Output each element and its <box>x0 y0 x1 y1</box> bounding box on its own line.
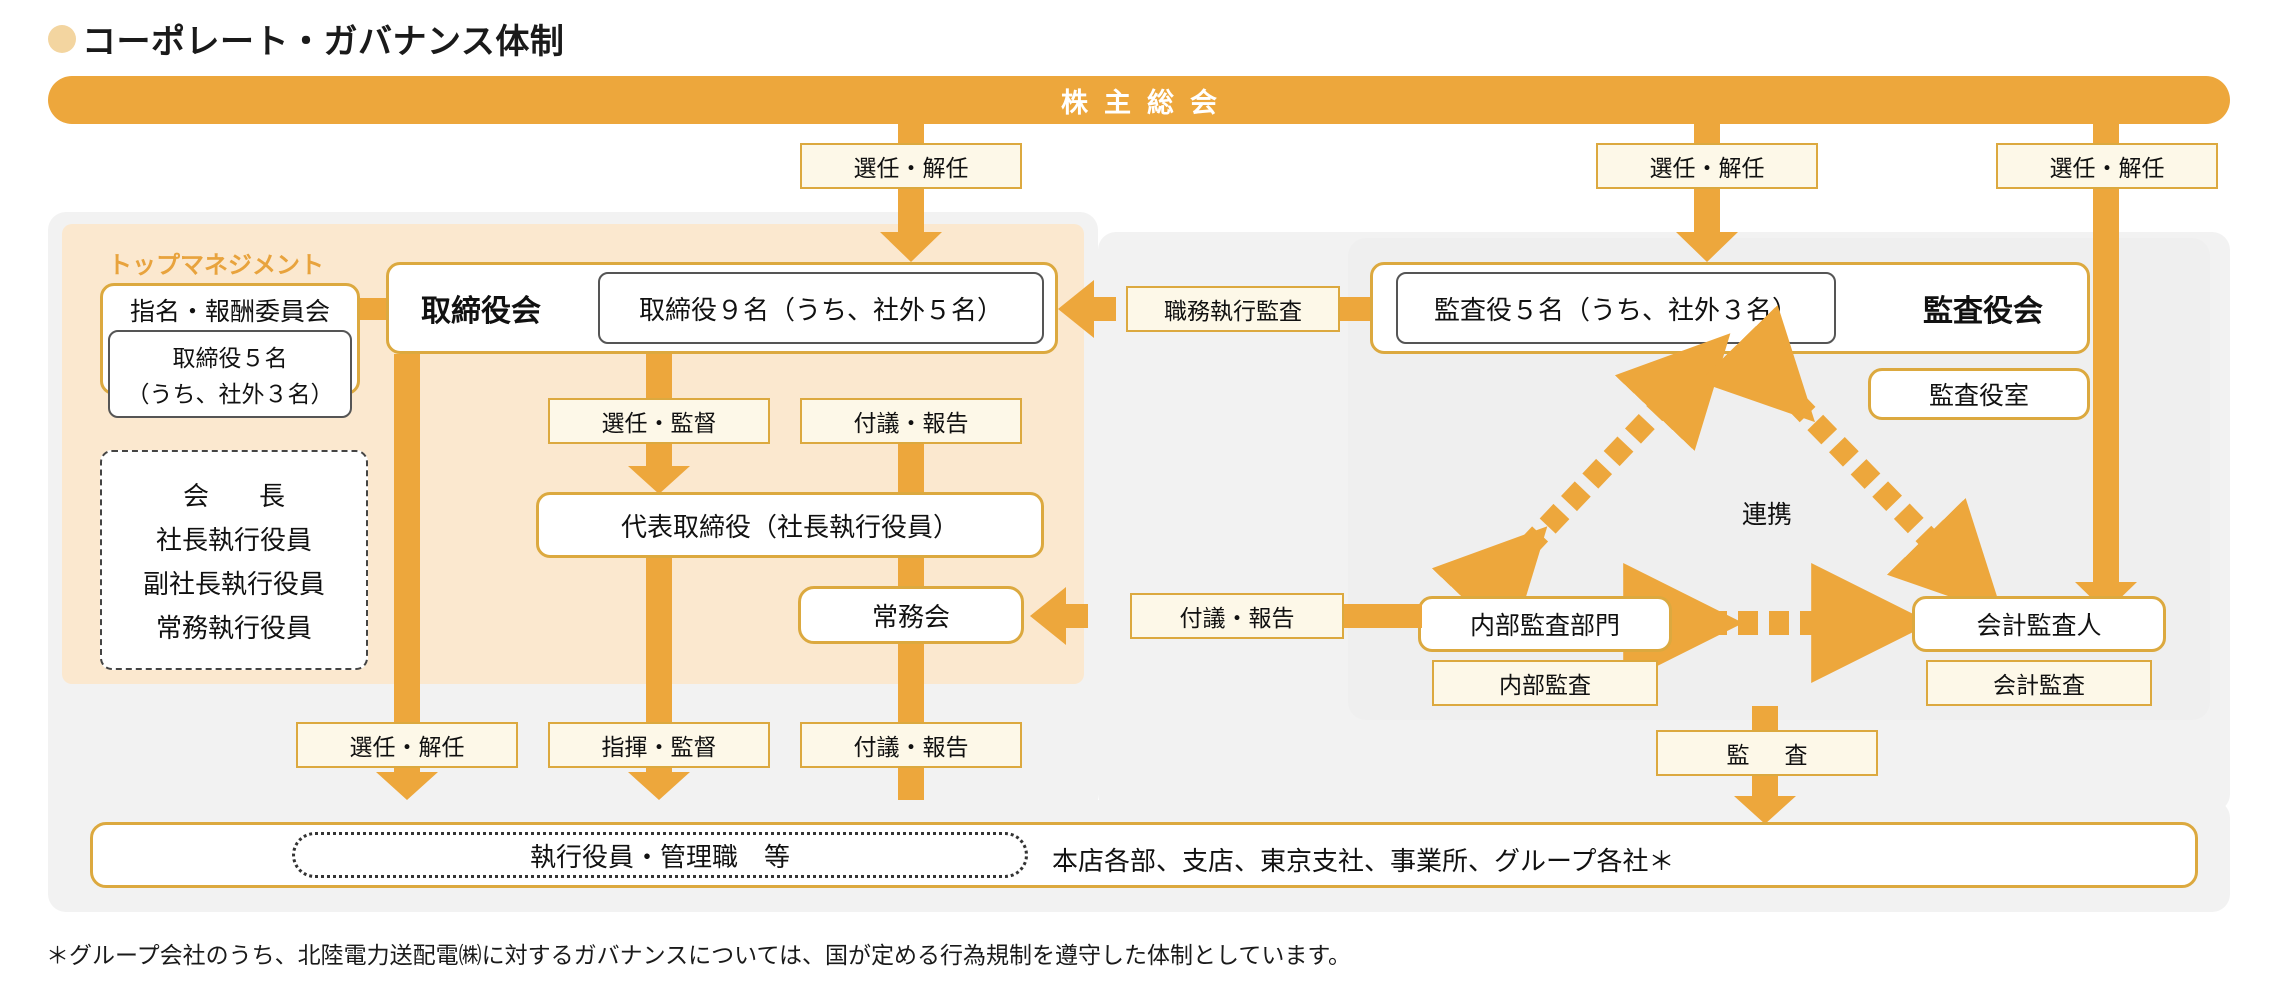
label-submit-report-to-exec: 付議・報告 <box>1130 593 1344 639</box>
connector-board-to-executives <box>394 354 420 778</box>
nomination-committee-title: 指名・報酬委員会 <box>129 298 330 326</box>
bullet-circle-icon <box>48 24 76 53</box>
accounting-auditor-label: 会計監査人 <box>1976 612 2102 640</box>
officers-line-vice-president: 副社長執行役員 <box>142 568 325 599</box>
label-appoint-dismiss-executives: 選任・解任 <box>296 722 518 768</box>
label-command-supervise: 指揮・監督 <box>548 722 770 768</box>
label-submit-report-upper: 付議・報告 <box>800 398 1022 444</box>
auditors-count-text: 監査役５名（うち、社外３名） <box>1433 294 1798 325</box>
internal-audit-department-label: 内部監査部門 <box>1469 612 1620 640</box>
board-of-directors-title: 取締役会 <box>421 295 541 328</box>
connector-committee-to-board <box>360 298 386 320</box>
label-duty-execution-audit: 職務執行監査 <box>1126 286 1340 332</box>
top-management-section-label: トップマネジメント <box>108 252 324 279</box>
shareholders-meeting-bar: 株主総会 <box>48 76 2230 124</box>
label-appoint-supervise: 選任・監督 <box>548 398 770 444</box>
representative-director-label: 代表取締役（社長執行役員） <box>620 511 959 542</box>
label-audit: 監 査 <box>1656 730 1878 776</box>
representative-director-box: 代表取締役（社長執行役員） <box>536 492 1044 558</box>
label-appoint-dismiss-auditors: 選任・解任 <box>1596 143 1818 189</box>
officers-line-managing: 常務執行役員 <box>155 612 312 643</box>
arrow-shareholders-to-auditors <box>1676 232 1738 262</box>
accounting-auditor-box: 会計監査人 <box>1912 596 2166 652</box>
label-internal-audit: 内部監査 <box>1432 660 1658 706</box>
executives-managers-box: 執行役員・管理職 等 <box>292 832 1028 878</box>
connector-exec-arrow-stem <box>1062 604 1088 628</box>
page-title-text: コーポレート・ガバナンス体制 <box>82 23 565 61</box>
officers-box: 会 長 社長執行役員 副社長執行役員 常務執行役員 <box>100 450 368 670</box>
board-members-text: 取締役９名（うち、社外５名） <box>638 294 1003 325</box>
governance-diagram: コーポレート・ガバナンス体制 株主総会 選任・解任 選任・解任 選任・解任 トッ… <box>0 0 2275 1000</box>
label-accounting-audit: 会計監査 <box>1926 660 2152 706</box>
arrow-audit-to-organizations <box>1734 796 1796 824</box>
footnote: ＊グループ会社のうち、北陸電力送配電㈱に対するガバナンスについては、国が定める行… <box>46 942 1352 968</box>
board-of-auditors-title: 監査役会 <box>1923 295 2043 328</box>
internal-audit-department-box: 内部監査部門 <box>1418 596 1672 652</box>
arrow-board-to-executives <box>376 772 438 800</box>
label-appoint-dismiss-directors: 選任・解任 <box>800 143 1022 189</box>
auditors-count-box: 監査役５名（うち、社外３名） <box>1396 272 1836 344</box>
nomination-committee-detail-line2: （うち、社外３名） <box>126 381 334 407</box>
cooperation-label: 連携 <box>1742 501 1793 529</box>
arrow-audit-to-board <box>1058 280 1094 338</box>
arrow-internal-audit-to-exec <box>1030 587 1066 645</box>
label-submit-report-lower: 付議・報告 <box>800 722 1022 768</box>
organizations-list: 本店各部、支店、東京支社、事業所、グループ各社＊ <box>1052 846 1675 876</box>
nomination-committee-detail: 取締役５名 （うち、社外３名） <box>108 330 352 418</box>
cooperation-triangle-arrows <box>1431 304 2003 644</box>
arrow-shareholders-to-board <box>880 232 942 262</box>
page-title: コーポレート・ガバナンス体制 <box>48 14 564 63</box>
officers-line-president: 社長執行役員 <box>155 524 312 555</box>
executive-committee-label: 常務会 <box>871 601 950 632</box>
label-appoint-dismiss-accounting-auditor: 選任・解任 <box>1996 143 2218 189</box>
arrow-rep-director-to-executives <box>628 772 690 800</box>
arrow-internal-audit-to-accounting-auditor <box>1623 563 1932 683</box>
arrow-internal-audit-to-auditors <box>1431 333 1731 644</box>
nomination-committee-detail-line1: 取締役５名 <box>172 345 288 371</box>
officers-line-chairman: 会 長 <box>182 480 297 511</box>
board-members-box: 取締役９名（うち、社外５名） <box>598 272 1044 344</box>
executive-committee-box: 常務会 <box>798 586 1024 644</box>
shareholders-meeting-label: 株主総会 <box>1061 87 1233 118</box>
arrow-auditors-to-accounting-auditor <box>1698 304 2003 616</box>
arrow-board-to-rep-director <box>628 466 690 494</box>
connector-audit-arrow-stem <box>1090 297 1116 321</box>
executives-managers-label: 執行役員・管理職 等 <box>529 841 790 872</box>
